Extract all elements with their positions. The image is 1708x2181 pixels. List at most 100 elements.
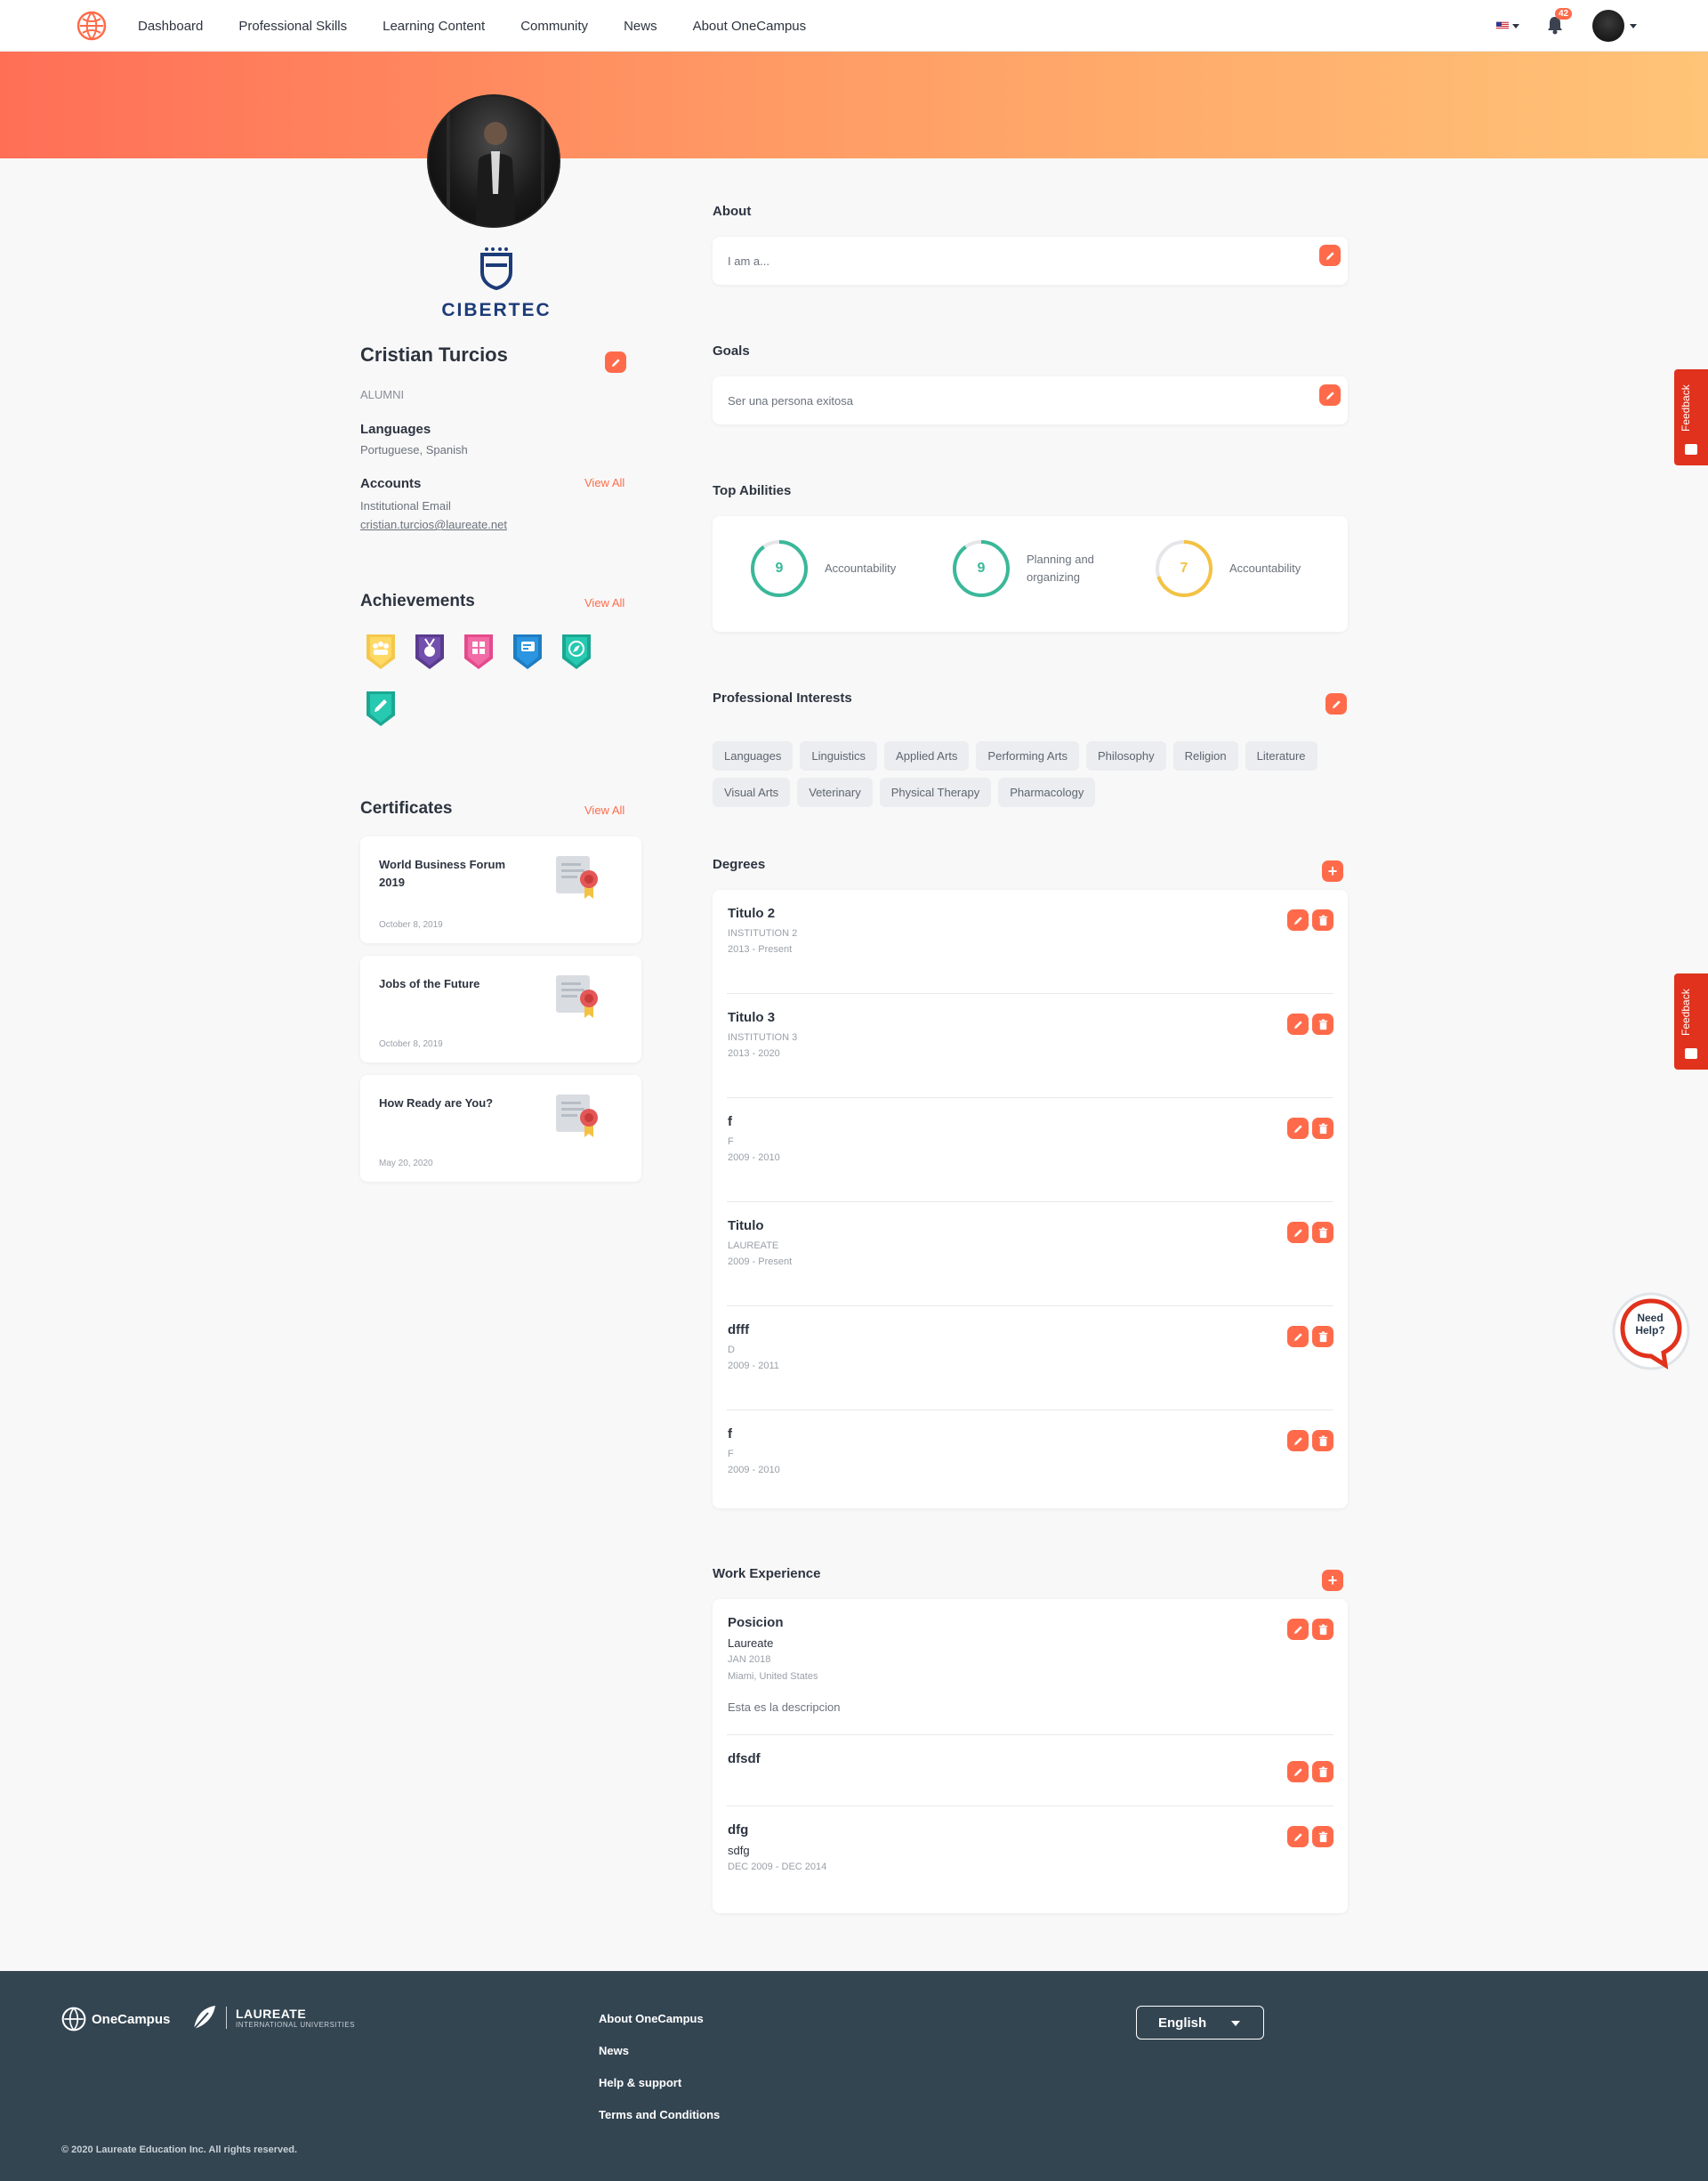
edit-degree-button[interactable] [1287,909,1309,931]
nav-community[interactable]: Community [520,19,588,34]
feedback-tab[interactable]: Feedback [1674,369,1708,465]
interest-chip[interactable]: Veterinary [797,778,873,807]
edit-degree-button[interactable] [1287,1014,1309,1035]
accounts-view-all-link[interactable]: View All [584,476,624,489]
onecampus-logo-icon[interactable] [77,11,107,41]
footer-link-terms[interactable]: Terms and Conditions [599,2108,720,2122]
medal-badge-icon[interactable] [414,632,446,671]
delete-degree-button[interactable] [1312,1014,1333,1035]
degree-item: Titulo LAUREATE 2009 - Present [713,1202,1348,1306]
degree-item: Titulo 2 INSTITUTION 2 2013 - Present [713,890,1348,994]
degree-title: f [728,1426,732,1442]
degree-actions [1287,1326,1333,1347]
chevron-down-icon [1231,2021,1240,2026]
language-flag-selector[interactable] [1496,19,1519,33]
delete-degree-button[interactable] [1312,909,1333,931]
nav-professional-skills[interactable]: Professional Skills [238,19,347,34]
interest-chip[interactable]: Pharmacology [998,778,1096,807]
interest-chip[interactable]: Philosophy [1086,741,1166,771]
certificate-icon [556,856,598,899]
add-work-experience-button[interactable]: + [1322,1570,1343,1591]
certificate-title: World Business Forum 2019 [379,858,506,889]
edit-about-button[interactable] [1319,245,1341,266]
laureate-footer-logo[interactable]: LAUREATE INTERNATIONAL UNIVERSITIES [190,2004,355,2031]
work-item: dfsdf [713,1735,1348,1806]
interest-chip[interactable]: Applied Arts [884,741,970,771]
certificates-view-all-link[interactable]: View All [584,804,624,817]
achievements-view-all-link[interactable]: View All [584,596,624,610]
degrees-card: Titulo 2 INSTITUTION 2 2013 - Present Ti… [713,890,1348,1508]
laureate-wordmark: LAUREATE INTERNATIONAL UNIVERSITIES [226,2006,355,2029]
profile-photo [427,94,560,228]
edit-profile-button[interactable] [605,351,626,373]
nav-about-onecampus[interactable]: About OneCampus [693,19,807,34]
edit-work-button[interactable] [1287,1619,1309,1640]
edit-degree-button[interactable] [1287,1430,1309,1451]
interest-chip[interactable]: Literature [1245,741,1317,771]
trash-icon [1318,1018,1327,1030]
add-degree-button[interactable]: + [1322,860,1343,882]
need-help-line2: Help? [1635,1324,1665,1337]
pencil-icon [1293,1832,1302,1841]
user-menu[interactable] [1592,10,1637,42]
edit-degree-button[interactable] [1287,1326,1309,1347]
team-badge-icon[interactable] [365,632,397,671]
footer-link-help[interactable]: Help & support [599,2076,720,2090]
plus-icon: + [1327,1571,1338,1589]
interest-chip[interactable]: Physical Therapy [879,778,992,807]
footer-link-about[interactable]: About OneCampus [599,2012,720,2026]
degree-institution: LAUREATE [728,1240,779,1251]
language-select[interactable]: English [1136,2006,1264,2040]
footer-link-news[interactable]: News [599,2044,720,2058]
certificate-card[interactable]: How Ready are You? May 20, 2020 [360,1075,641,1182]
delete-degree-button[interactable] [1312,1326,1333,1347]
ability-score-ring: 9 [952,539,1011,598]
interest-chip[interactable]: Performing Arts [976,741,1080,771]
goals-card: Ser una persona exitosa [713,376,1348,424]
pencil-badge-icon[interactable] [365,689,397,728]
nav-learning-content[interactable]: Learning Content [383,19,485,34]
account-email-link[interactable]: cristian.turcios@laureate.net [360,518,507,531]
edit-work-button[interactable] [1287,1761,1309,1782]
nav-news[interactable]: News [624,19,657,34]
interest-chip[interactable]: Visual Arts [713,778,791,807]
chat-badge-icon[interactable] [512,632,544,671]
interest-chip[interactable]: Religion [1172,741,1238,771]
trash-icon [1318,1434,1327,1446]
delete-degree-button[interactable] [1312,1118,1333,1139]
compass-badge-icon[interactable] [560,632,592,671]
degree-actions [1287,1118,1333,1139]
footer-brand-laureate-sub: INTERNATIONAL UNIVERSITIES [236,2020,355,2029]
degrees-title: Degrees [713,857,766,872]
degree-actions [1287,1014,1333,1035]
delete-degree-button[interactable] [1312,1430,1333,1451]
notification-count-badge: 42 [1555,8,1573,20]
certificate-card[interactable]: Jobs of the Future October 8, 2019 [360,956,641,1062]
nav-dashboard[interactable]: Dashboard [138,19,203,34]
top-abilities-title: Top Abilities [713,483,792,498]
edit-work-button[interactable] [1287,1826,1309,1847]
work-title: dfg [728,1822,749,1838]
feedback-label: Feedback [1680,989,1692,1037]
interest-chip[interactable]: Linguistics [800,741,878,771]
delete-work-button[interactable] [1312,1761,1333,1782]
edit-goals-button[interactable] [1319,384,1341,406]
delete-work-button[interactable] [1312,1619,1333,1640]
chevron-down-icon [1630,23,1637,28]
onecampus-footer-logo[interactable]: OneCampus [61,2007,170,2032]
work-date: JAN 2018 [728,1654,771,1665]
need-help-button[interactable]: NeedHelp? [1610,1290,1692,1372]
certificate-card[interactable]: World Business Forum 2019 October 8, 201… [360,836,641,943]
trash-icon [1318,1330,1327,1342]
delete-degree-button[interactable] [1312,1222,1333,1243]
edit-interests-button[interactable] [1325,693,1347,715]
delete-work-button[interactable] [1312,1826,1333,1847]
notifications-button[interactable]: 42 [1546,8,1573,36]
interest-chip[interactable]: Languages [713,741,794,771]
edit-degree-button[interactable] [1287,1222,1309,1243]
edit-degree-button[interactable] [1287,1118,1309,1139]
pencil-icon [1293,1228,1302,1237]
puzzle-badge-icon[interactable] [463,632,495,671]
pencil-icon [1293,916,1302,925]
feedback-tab[interactable]: Feedback [1674,973,1708,1070]
